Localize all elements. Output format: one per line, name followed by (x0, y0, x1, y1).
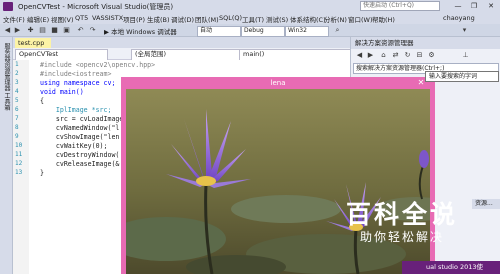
title-bar: OpenCVTest - Microsoft Visual Studio(管理员… (0, 0, 500, 13)
line-number: 5 (15, 97, 19, 104)
code-line: using namespace cv; (40, 79, 116, 87)
visual-studio-logo-icon (3, 2, 13, 11)
document-tab-strip: test.cpp ✕ (13, 37, 350, 57)
line-number: 10 (15, 142, 23, 149)
menu-sql[interactable]: SQL(Q) (219, 14, 242, 22)
tab-test-cpp[interactable]: test.cpp ✕ (15, 38, 51, 57)
code-line: void main() (40, 88, 84, 96)
menu-build[interactable]: 生成(B) (147, 14, 170, 24)
open-folder-icon[interactable]: ▤ (38, 26, 47, 35)
redo-icon[interactable]: ↷ (88, 26, 97, 35)
back-icon[interactable]: ◀ (3, 26, 12, 35)
line-number: 4 (15, 88, 19, 95)
resource-view-tab[interactable]: 资源... (472, 199, 500, 209)
user-account[interactable]: chaoyang (443, 14, 475, 22)
code-line: #include<iostream> (40, 70, 112, 78)
start-debugger-button[interactable]: ▶ 本地 Windows 调试器 (104, 26, 177, 36)
menu-vassistx[interactable]: VASSISTX (92, 14, 123, 22)
pin-icon[interactable]: ⊥ (461, 51, 470, 60)
code-line: IplImage *src; (40, 106, 112, 114)
find-icon[interactable]: ⌕ (333, 26, 342, 35)
code-line: cvWaitKey(0); (40, 142, 108, 150)
code-line: cvShowImage("len (40, 133, 120, 141)
watermark-subtitle: 助你轻松解决 (359, 230, 444, 244)
properties-icon[interactable]: ⚙ (427, 51, 436, 60)
menu-view[interactable]: 视图(V) (51, 14, 74, 24)
menu-test[interactable]: 测试(S) (266, 14, 288, 24)
save-icon[interactable]: ■ (50, 26, 59, 35)
code-line: } (40, 169, 44, 177)
collapse-icon[interactable]: ⊟ (415, 51, 424, 60)
minimize-button[interactable]: — (452, 1, 464, 11)
left-tool-tabs: 服务器资源管理器 工具箱 (0, 37, 13, 274)
menu-help[interactable]: 帮助(H) (372, 14, 395, 24)
code-line: #include <opencv2\opencv.hpp> (40, 61, 156, 69)
watermark: 百科全说 助你轻松解决 (337, 195, 467, 245)
window-title: OpenCVTest - Microsoft Visual Studio(管理员… (18, 3, 174, 11)
line-number: 9 (15, 133, 19, 140)
line-number: 3 (15, 79, 19, 86)
line-number: 6 (15, 106, 19, 113)
forward-icon[interactable]: ▶ (13, 26, 22, 35)
menu-project[interactable]: 项目(P) (123, 14, 145, 24)
menu-file[interactable]: 文件(F) (3, 14, 25, 24)
code-line: src = cvLoadImage( (40, 115, 128, 123)
watermark-title: 百科全说 (345, 200, 458, 229)
server-explorer-tab[interactable]: 服务器资源管理器 工具箱 (2, 43, 11, 111)
new-project-icon[interactable]: ✚ (26, 26, 35, 35)
quick-launch-input[interactable]: 快速启动 (Ctrl+Q) (360, 1, 440, 11)
undo-icon[interactable]: ↶ (76, 26, 85, 35)
line-number: 8 (15, 124, 19, 131)
back-icon[interactable]: ◀ (355, 51, 364, 60)
menu-debug[interactable]: 调试(D) (171, 14, 194, 24)
status-bar: ual studio 2013使 (402, 261, 500, 274)
menu-tools[interactable]: 工具(T) (242, 14, 264, 24)
line-number: 12 (15, 160, 23, 167)
line-number: 13 (15, 169, 23, 176)
line-number: 11 (15, 151, 23, 158)
code-line: { (40, 97, 44, 105)
toolbar: ◀ ▶ ✚ ▤ ■ ▣ ↶ ↷ ▶ 本地 Windows 调试器 自动 Debu… (0, 24, 500, 37)
line-number: 2 (15, 70, 19, 77)
code-line: cvDestroyWindow( (40, 151, 120, 159)
home-icon[interactable]: ⌂ (379, 51, 388, 60)
panel-toolbar: ◀ ▶ ⌂ ⇄ ↻ ⊟ ⚙ ⊥ (351, 49, 500, 62)
search-tooltip: 输入要搜索的字词 (425, 71, 499, 82)
menu-qt5[interactable]: QT5 (75, 14, 88, 22)
menu-window[interactable]: 窗口(W) (348, 14, 373, 24)
auto-combo[interactable]: 自动 (197, 26, 241, 37)
tab-label: test.cpp (18, 39, 45, 47)
menu-edit[interactable]: 编辑(E) (27, 14, 49, 24)
line-number: 1 (15, 61, 19, 68)
restore-button[interactable]: ❐ (468, 1, 480, 11)
menu-architecture[interactable]: 体系结构(C) (290, 14, 326, 24)
close-button[interactable]: ✕ (485, 1, 497, 11)
save-all-icon[interactable]: ▣ (62, 26, 71, 35)
menu-team[interactable]: 团队(M) (195, 14, 219, 24)
code-line: cvNamedWindow("l (40, 124, 120, 132)
toolbar-options-icon[interactable]: ▾ (460, 26, 469, 35)
lotus-photo (126, 89, 430, 274)
forward-icon[interactable]: ▶ (366, 51, 375, 60)
menu-bar: 文件(F) 编辑(E) 视图(V) QT5 VASSISTX 项目(P) 生成(… (0, 13, 500, 24)
code-line: cvReleaseImage(& (40, 160, 120, 168)
panel-title: 解决方案资源管理器 (351, 37, 500, 49)
image-window-title: lena (270, 79, 286, 87)
refresh-icon[interactable]: ↻ (403, 51, 412, 60)
platform-combo[interactable]: Win32 (285, 26, 329, 37)
menu-analyze[interactable]: 分析(N) (324, 14, 347, 24)
sync-icon[interactable]: ⇄ (391, 51, 400, 60)
navigation-bar: OpenCVTest (全局范围) main() (13, 48, 352, 61)
configuration-combo[interactable]: Debug (241, 26, 285, 37)
line-number: 7 (15, 115, 19, 122)
